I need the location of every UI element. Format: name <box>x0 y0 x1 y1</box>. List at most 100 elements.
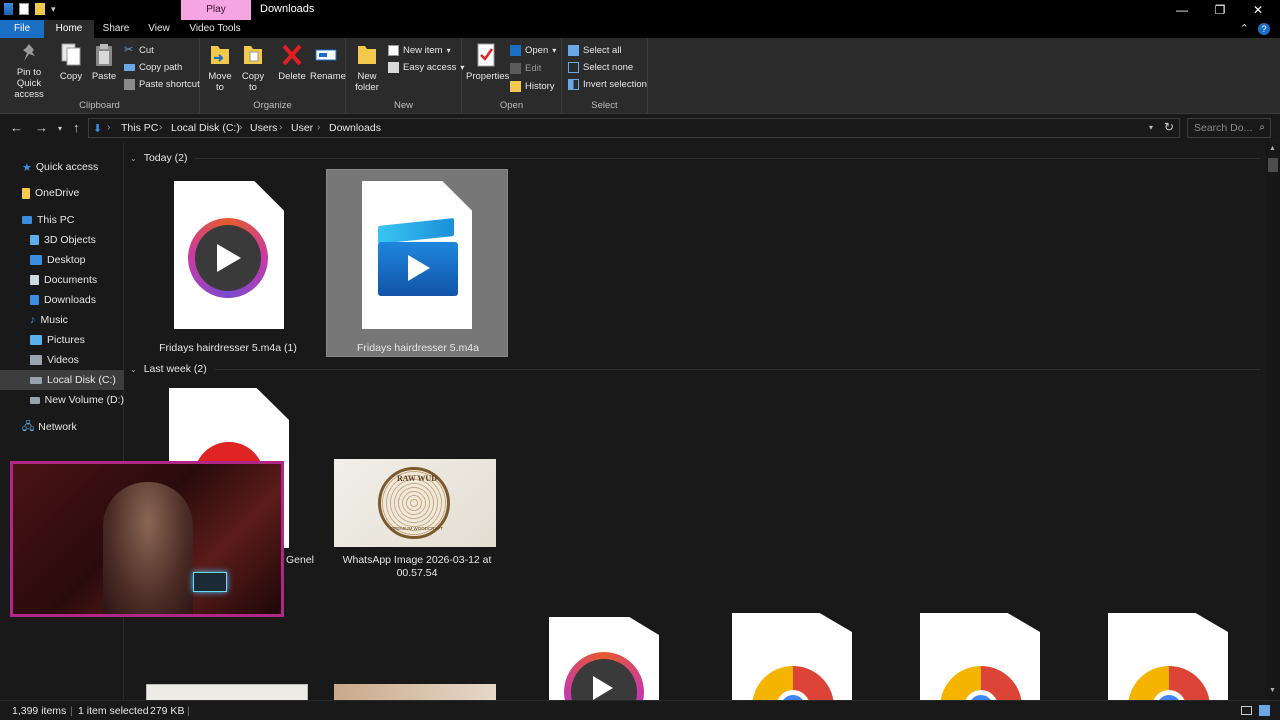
breadcrumb-separator[interactable]: › <box>279 122 282 133</box>
cube-icon <box>30 235 39 245</box>
qat-dropdown-icon[interactable]: ▾ <box>51 3 61 15</box>
breadcrumb-separator[interactable]: › <box>239 122 242 133</box>
sidebar-item-downloads[interactable]: Downloads <box>0 290 124 310</box>
file-name: Fridays hairdresser 5.m4a (1) <box>159 342 297 354</box>
address-history-chevron-icon[interactable]: ▾ <box>1149 123 1153 132</box>
tab-home[interactable]: Home <box>44 20 94 38</box>
breadcrumb-downloads[interactable]: Downloads <box>329 122 381 134</box>
up-arrow-icon[interactable]: ↑ <box>73 120 80 135</box>
pin-to-quick-access-button[interactable]: Pin to Quick access <box>4 42 54 100</box>
group-header-today[interactable]: ⌄ Today (2) <box>130 152 1260 164</box>
sidebar-item-desktop[interactable]: Desktop <box>0 250 124 270</box>
ribbon-tabs: File Home Share View Video Tools ⌃ ? <box>0 20 1280 38</box>
breadcrumb-this-pc[interactable]: This PC <box>121 122 158 134</box>
refresh-icon[interactable]: ↻ <box>1164 120 1174 134</box>
file-item-selected[interactable]: Fridays hairdresser 5.m4a <box>326 169 508 357</box>
history-button[interactable]: History <box>510 78 555 94</box>
edit-button[interactable]: Edit <box>510 60 541 76</box>
forward-arrow-icon[interactable]: → <box>35 120 48 135</box>
drive-icon <box>30 376 42 384</box>
move-to-button[interactable]: Move to <box>206 42 234 93</box>
help-icon[interactable]: ? <box>1258 23 1270 35</box>
group-divider <box>195 157 1260 159</box>
copy-path-button[interactable]: Copy path <box>124 59 182 75</box>
new-folder-icon[interactable] <box>35 3 45 15</box>
file-item[interactable]: RAW WUD PREMIUM WOODCRAFT WhatsApp Image… <box>326 382 508 582</box>
details-view-icon[interactable] <box>1241 706 1252 715</box>
sidebar-item-quick-access[interactable]: ★ Quick access <box>0 157 124 177</box>
delete-button[interactable]: Delete <box>276 42 308 82</box>
tab-view[interactable]: View <box>140 20 178 38</box>
back-arrow-icon[interactable]: ← <box>10 120 23 135</box>
sidebar-item-documents[interactable]: Documents <box>0 270 124 290</box>
properties-button[interactable]: Properties <box>466 42 509 82</box>
invert-selection-button[interactable]: Invert selection <box>568 76 647 92</box>
minimize-button[interactable]: — <box>1162 0 1202 20</box>
breadcrumb-local-disk[interactable]: Local Disk (C:) <box>171 122 240 134</box>
sidebar-item-this-pc[interactable]: This PC <box>0 210 124 230</box>
select-none-button[interactable]: Select none <box>568 59 633 75</box>
sidebar-item-3d-objects[interactable]: 3D Objects <box>0 230 124 250</box>
copy-to-button[interactable]: Copy to <box>240 42 266 93</box>
group-collapse-chevron-icon[interactable]: ⌄ <box>130 365 137 374</box>
copy-icon <box>59 42 83 68</box>
desktop-icon <box>30 255 42 265</box>
file-name: Fridays hairdresser 5.m4a <box>357 342 479 354</box>
address-bar[interactable]: ⬇ › This PC › Local Disk (C:) › Users › … <box>88 118 1180 138</box>
open-button[interactable]: Open ▾ <box>510 42 556 58</box>
sidebar-item-label: Local Disk (C:) <box>47 374 116 386</box>
close-button[interactable]: ✕ <box>1238 0 1278 20</box>
breadcrumb-user[interactable]: User <box>291 122 313 134</box>
breadcrumb-separator[interactable]: › <box>159 122 162 133</box>
collapse-ribbon-icon[interactable]: ⌃ <box>1240 23 1249 35</box>
tab-share[interactable]: Share <box>96 20 136 38</box>
group-header-label: Last week (2) <box>143 363 207 375</box>
group-header-last-week[interactable]: ⌄ Last week (2) <box>130 363 1260 375</box>
breadcrumb-separator[interactable]: › <box>317 122 320 133</box>
image-thumbnail-partial[interactable] <box>334 684 496 700</box>
group-collapse-chevron-icon[interactable]: ⌄ <box>130 154 137 163</box>
search-box[interactable]: Search Do... ⌕ <box>1187 118 1271 138</box>
tab-video-tools[interactable]: Video Tools <box>182 20 248 38</box>
copy-button[interactable]: Copy <box>58 42 84 82</box>
sidebar-item-music[interactable]: ♪ Music <box>0 310 124 330</box>
scrollbar-thumb[interactable] <box>1268 158 1278 172</box>
tab-file[interactable]: File <box>0 20 44 38</box>
open-dropdown-icon: ▾ <box>552 45 557 55</box>
scroll-down-arrow-icon[interactable]: ▼ <box>1269 687 1276 694</box>
sidebar-item-network[interactable]: 🖧 Network <box>0 417 124 437</box>
breadcrumb-separator[interactable]: › <box>107 122 110 133</box>
paste-shortcut-button[interactable]: Paste shortcut <box>124 76 200 92</box>
select-all-label: Select all <box>583 44 622 56</box>
explorer-download-icon[interactable] <box>4 3 13 15</box>
restore-button[interactable]: ❐ <box>1200 0 1240 20</box>
breadcrumb-users[interactable]: Users <box>250 122 277 134</box>
sidebar-item-pictures[interactable]: Pictures <box>0 330 124 350</box>
file-item[interactable]: Fridays hairdresser 5.m4a (1) <box>146 170 310 358</box>
sidebar-item-local-disk-c[interactable]: Local Disk (C:) <box>0 370 124 390</box>
cut-button[interactable]: ✂ Cut <box>124 42 154 58</box>
sidebar-item-videos[interactable]: Videos <box>0 350 124 370</box>
select-group-label: Select <box>591 100 618 111</box>
scroll-up-arrow-icon[interactable]: ▲ <box>1269 145 1276 152</box>
rename-button[interactable]: Rename <box>310 42 346 82</box>
new-folder-button[interactable]: New folder <box>352 42 382 93</box>
invert-selection-icon <box>568 78 579 90</box>
rename-icon <box>314 42 338 68</box>
sidebar-item-new-volume-d[interactable]: New Volume (D:) <box>0 390 124 410</box>
sidebar-item-onedrive[interactable]: OneDrive <box>0 183 124 203</box>
file-list-view[interactable]: ⌄ Today (2) Fridays hairdresser 5.m4a (1… <box>124 142 1266 700</box>
recent-locations-icon[interactable]: ▾ <box>58 124 62 133</box>
group-header-label: Today (2) <box>143 152 188 164</box>
context-tab-play[interactable]: Play <box>181 0 251 20</box>
properties-icon[interactable] <box>19 3 29 15</box>
new-item-button[interactable]: New item ▾ <box>388 42 451 58</box>
sidebar-item-label: OneDrive <box>35 187 80 199</box>
image-thumbnail-partial[interactable] <box>146 684 308 700</box>
paste-button[interactable]: Paste <box>90 42 118 82</box>
vertical-scrollbar[interactable]: ▲ ▼ <box>1266 142 1280 700</box>
easy-access-button[interactable]: Easy access ▾ <box>388 59 464 75</box>
large-icons-view-icon[interactable] <box>1259 705 1270 716</box>
select-none-label: Select none <box>583 61 634 73</box>
select-all-button[interactable]: Select all <box>568 42 622 58</box>
